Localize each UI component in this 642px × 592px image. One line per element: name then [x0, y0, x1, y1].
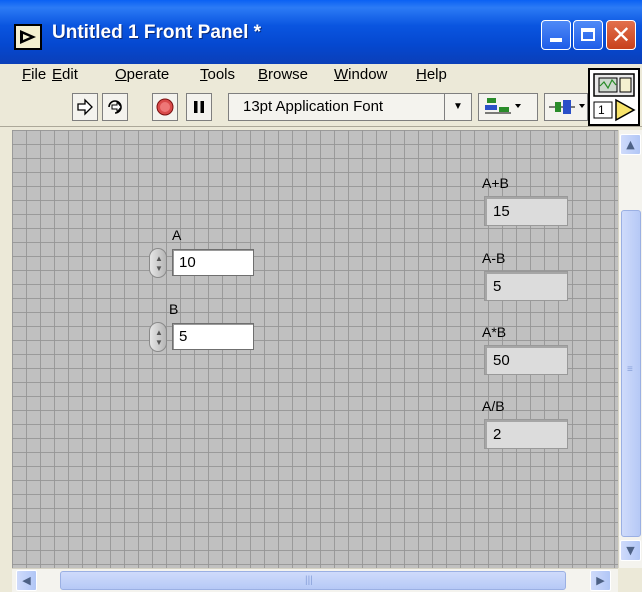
window-title: Untitled 1 Front Panel *	[52, 22, 262, 43]
run-button[interactable]	[72, 93, 98, 121]
vi-icon-number: 1	[598, 103, 605, 117]
indicator-difference-value[interactable]: 5	[484, 271, 568, 301]
control-a-numeric-input[interactable]: 10	[172, 249, 254, 276]
run-arrow-icon	[77, 98, 93, 116]
font-label: 13pt Application Font	[243, 98, 384, 115]
control-b-increment-decrement[interactable]: ▲ ▼	[149, 322, 167, 352]
chevron-left-icon: ◀	[22, 574, 31, 587]
decrement-arrow-icon: ▼	[155, 264, 163, 273]
increment-arrow-icon: ▲	[155, 328, 163, 337]
minimize-button[interactable]	[541, 20, 571, 50]
control-a-increment-decrement[interactable]: ▲ ▼	[149, 248, 167, 278]
horizontal-scrollbar[interactable]: ◀ ||| ▶	[12, 568, 618, 592]
align-objects-button[interactable]	[478, 93, 538, 121]
front-panel-canvas[interactable]: A ▲ ▼ 10 B ▲ ▼ 5 A+B 15 A-B 5 A*B 50 A/B…	[12, 130, 618, 568]
scroll-left-button[interactable]: ◀	[16, 570, 37, 591]
indicator-product-value[interactable]: 50	[484, 345, 568, 375]
indicator-product-label: A*B	[482, 324, 507, 340]
control-a-label: A	[172, 227, 182, 243]
resize-grip[interactable]	[618, 568, 642, 592]
menu-bar: File Edit Operate Tools Browse Window He…	[0, 64, 642, 90]
scroll-right-button[interactable]: ▶	[590, 570, 611, 591]
pause-button[interactable]	[186, 93, 212, 121]
grip-icon: |||	[305, 575, 313, 586]
scroll-up-button[interactable]: ▲	[620, 134, 641, 155]
indicator-difference-label: A-B	[482, 250, 506, 266]
abort-button[interactable]	[152, 93, 178, 121]
maximize-icon	[581, 28, 595, 41]
close-button[interactable]: ✕	[606, 20, 636, 50]
pause-icon	[194, 101, 204, 113]
indicator-sum-label: A+B	[482, 175, 509, 191]
indicator-sum-value[interactable]: 15	[484, 196, 568, 226]
title-bar[interactable]: Untitled 1 Front Panel * ✕	[0, 0, 642, 64]
menu-operate[interactable]: Operate	[115, 66, 169, 83]
abort-icon	[156, 98, 174, 116]
menu-help[interactable]: Help	[416, 66, 447, 83]
maximize-button[interactable]	[573, 20, 603, 50]
menu-file[interactable]: File	[22, 66, 46, 83]
indicator-quotient-label: A/B	[482, 398, 505, 414]
labview-app-icon	[14, 24, 42, 50]
horizontal-scroll-thumb[interactable]: |||	[60, 571, 566, 590]
chevron-down-icon[interactable]: ▼	[444, 94, 471, 120]
scroll-down-button[interactable]: ▼	[620, 540, 641, 561]
control-b-label: B	[169, 301, 179, 317]
control-b-numeric-input[interactable]: 5	[172, 323, 254, 350]
minimize-icon	[550, 38, 562, 42]
grip-icon: ≡	[627, 364, 633, 375]
menu-window[interactable]: Window	[334, 66, 387, 83]
vertical-scroll-thumb[interactable]: ≡	[621, 210, 641, 537]
distribute-objects-button[interactable]	[544, 93, 588, 121]
run-continuously-button[interactable]	[102, 93, 128, 121]
decrement-arrow-icon: ▼	[155, 338, 163, 347]
front-panel-window: Untitled 1 Front Panel * ✕ File Edit Ope…	[0, 0, 642, 592]
menu-edit[interactable]: Edit	[52, 66, 78, 83]
chevron-down-icon: ▼	[626, 544, 635, 557]
run-continuously-icon	[108, 100, 122, 114]
font-ring[interactable]: 13pt Application Font ▼	[228, 93, 472, 121]
align-objects-icon	[485, 98, 521, 114]
menu-tools[interactable]: Tools	[200, 66, 235, 83]
chevron-right-icon: ▶	[596, 574, 605, 587]
increment-arrow-icon: ▲	[155, 254, 163, 263]
vertical-scrollbar[interactable]: ▲ ≡ ▼	[618, 130, 642, 568]
menu-browse[interactable]: Browse	[258, 66, 308, 83]
toolbar: 13pt Application Font ▼	[0, 90, 642, 127]
indicator-quotient-value[interactable]: 2	[484, 419, 568, 449]
close-icon: ✕	[610, 21, 632, 49]
chevron-up-icon: ▲	[626, 138, 635, 151]
vi-icon[interactable]: 1	[588, 68, 640, 126]
distribute-objects-icon	[549, 100, 585, 114]
